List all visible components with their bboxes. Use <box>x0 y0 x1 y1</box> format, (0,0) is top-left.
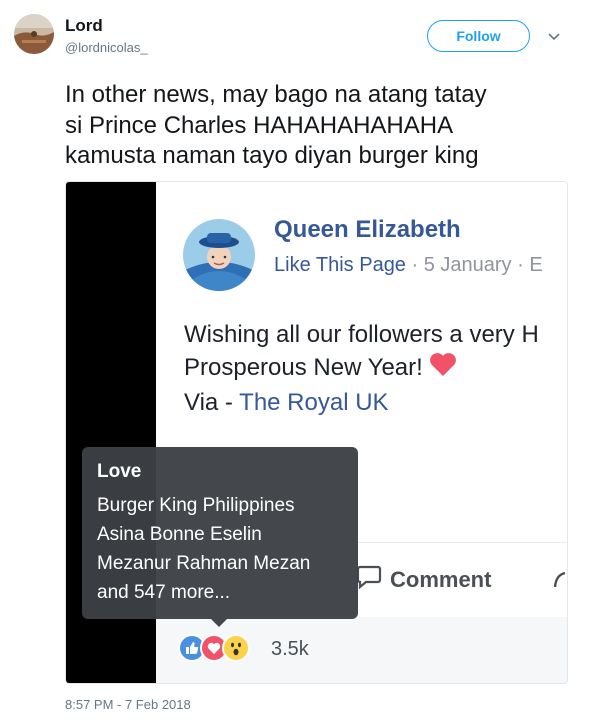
via-prefix: Via - <box>184 388 240 416</box>
heart-emoji-icon <box>429 352 457 386</box>
page-name-link[interactable]: Queen Elizabeth <box>274 216 461 244</box>
chevron-down-icon[interactable] <box>548 28 560 46</box>
user-handle[interactable]: @lordnicolas_ <box>65 40 148 55</box>
tweet-timestamp[interactable]: 8:57 PM - 7 Feb 2018 <box>65 697 191 712</box>
meta-separator: · <box>405 254 424 276</box>
tooltip-name: Mezanur Rahman Mezan <box>97 553 311 574</box>
post-line-3: Via - The Royal UK <box>184 386 539 419</box>
queen-portrait-image <box>183 219 255 291</box>
tooltip-name: Asina Bonne Eselin <box>97 524 262 545</box>
post-date[interactable]: 5 January <box>424 254 512 276</box>
follow-button[interactable]: Follow <box>427 20 530 52</box>
tweet-text-line: In other news, may bago na atang tatay <box>65 81 487 108</box>
avatar-image <box>14 14 54 54</box>
tooltip-title: Love <box>97 461 142 482</box>
tweet-text: In other news, may bago na atang tatay s… <box>65 80 585 172</box>
like-page-link[interactable]: Like This Page <box>274 254 406 276</box>
share-icon[interactable] <box>553 569 567 596</box>
comment-label: Comment <box>390 567 492 592</box>
reactions-tooltip: Love Burger King Philippines Asina Bonne… <box>82 447 358 619</box>
page-avatar <box>183 219 255 291</box>
meta-separator-2: · E <box>511 254 543 276</box>
post-line-2: Prosperous New Year! <box>184 354 423 381</box>
comment-button[interactable]: Comment <box>356 565 491 595</box>
tooltip-arrow <box>211 619 227 627</box>
tooltip-name: Burger King Philippines <box>97 495 295 516</box>
tweet-text-line: si Prince Charles HAHAHAHAHAHA <box>65 111 454 139</box>
comment-icon <box>356 565 382 595</box>
post-text: Wishing all our followers a very H Prosp… <box>184 318 539 419</box>
wow-reaction-icon <box>222 634 250 662</box>
post-line-1: Wishing all our followers a very H <box>184 321 539 348</box>
post-line-2-row: Prosperous New Year! <box>184 351 539 386</box>
via-link[interactable]: The Royal UK <box>239 389 388 416</box>
reactions-bar: 3.5k <box>156 617 567 683</box>
page-meta: Like This Page · 5 January · E <box>274 254 543 277</box>
reaction-icons[interactable] <box>178 634 250 662</box>
user-avatar[interactable] <box>14 14 54 54</box>
tooltip-more: and 547 more... <box>97 582 231 603</box>
tweet-text-line: kamusta naman tayo diyan burger king <box>65 142 479 169</box>
display-name[interactable]: Lord <box>65 16 103 36</box>
reactions-count[interactable]: 3.5k <box>271 638 309 661</box>
